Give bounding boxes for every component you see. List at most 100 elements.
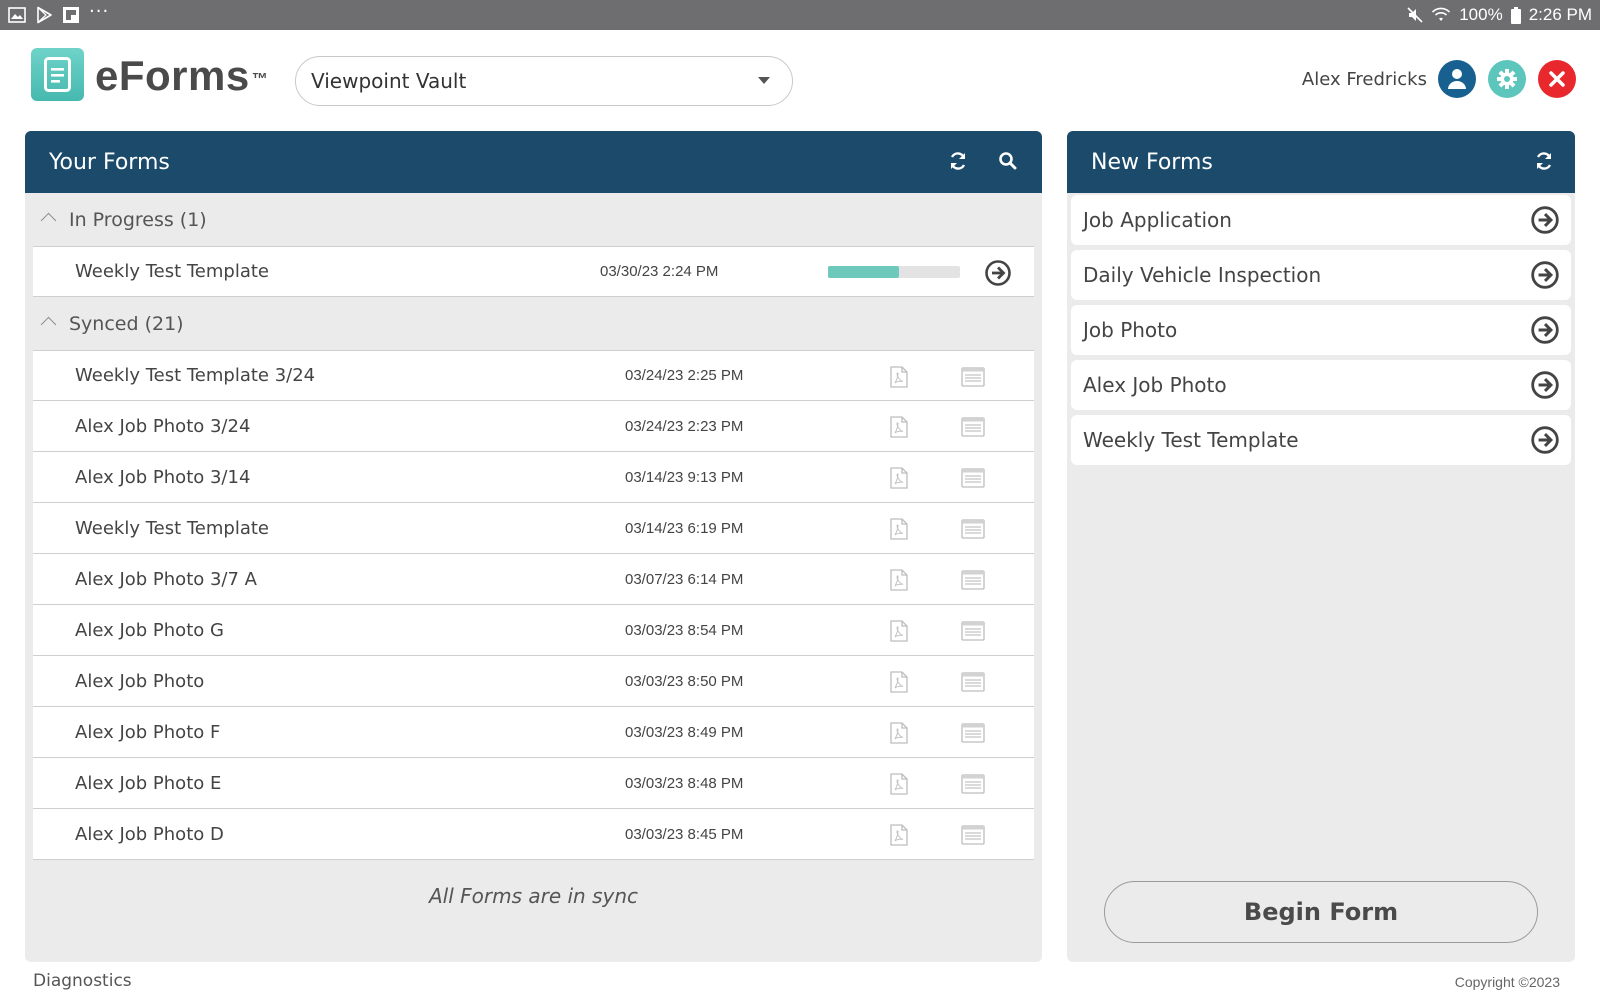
your-forms-panel: Your Forms In Progress (1) Weekly Test T… bbox=[25, 131, 1042, 962]
form-date: 03/24/23 2:23 PM bbox=[625, 417, 744, 435]
trademark-mark: ™ bbox=[251, 71, 269, 88]
form-name: Alex Job Photo bbox=[75, 670, 205, 692]
begin-form-button[interactable]: Begin Form bbox=[1104, 881, 1538, 943]
new-form-item[interactable]: Weekly Test Template bbox=[1071, 415, 1571, 465]
synced-row[interactable]: Alex Job Photo 3/14 03/14/23 9:13 PM bbox=[33, 452, 1034, 503]
clock: 2:26 PM bbox=[1528, 5, 1592, 24]
vault-selected-value: Viewpoint Vault bbox=[311, 69, 467, 93]
chevron-up-icon bbox=[40, 316, 57, 333]
pdf-icon[interactable] bbox=[890, 722, 908, 744]
eforms-logo-icon bbox=[31, 48, 84, 101]
synced-row[interactable]: Alex Job Photo 03/03/23 8:50 PM bbox=[33, 656, 1034, 707]
mute-icon bbox=[1407, 7, 1423, 23]
refresh-icon[interactable] bbox=[949, 151, 967, 171]
new-forms-list: Job Application Daily Vehicle Inspection J… bbox=[1067, 193, 1575, 465]
sync-status-message: All Forms are in sync bbox=[428, 884, 639, 908]
in-progress-row[interactable]: Weekly Test Template 03/30/23 2:24 PM bbox=[33, 246, 1034, 297]
synced-row[interactable]: Alex Job Photo F 03/03/23 8:49 PM bbox=[33, 707, 1034, 758]
form-date: 03/07/23 6:14 PM bbox=[625, 570, 744, 588]
synced-row[interactable]: Alex Job Photo G 03/03/23 8:54 PM bbox=[33, 605, 1034, 656]
synced-row[interactable]: Weekly Test Template 03/14/23 6:19 PM bbox=[33, 503, 1034, 554]
list-view-icon[interactable] bbox=[961, 825, 985, 845]
new-form-item[interactable]: Alex Job Photo bbox=[1071, 360, 1571, 410]
open-form-arrow-icon[interactable] bbox=[1530, 315, 1560, 345]
open-form-arrow-icon[interactable] bbox=[1530, 425, 1560, 455]
list-view-icon[interactable] bbox=[961, 519, 985, 539]
app-header: eForms ™ Viewpoint Vault Alex Fredricks bbox=[0, 30, 1600, 130]
form-name: Weekly Test Template bbox=[75, 261, 269, 282]
new-form-name: Weekly Test Template bbox=[1083, 428, 1299, 452]
app-logo-text: eForms ™ bbox=[95, 52, 268, 100]
form-name: Alex Job Photo E bbox=[75, 772, 222, 794]
new-form-item[interactable]: Daily Vehicle Inspection bbox=[1071, 250, 1571, 300]
synced-row[interactable]: Alex Job Photo 3/7 A 03/07/23 6:14 PM bbox=[33, 554, 1034, 605]
form-date: 03/03/23 8:54 PM bbox=[625, 621, 744, 639]
status-bar-left: ··· bbox=[8, 3, 109, 24]
synced-row[interactable]: Alex Job Photo 3/24 03/24/23 2:23 PM bbox=[33, 401, 1034, 452]
pdf-icon[interactable] bbox=[890, 467, 908, 489]
synced-row[interactable]: Alex Job Photo E 03/03/23 8:48 PM bbox=[33, 758, 1034, 809]
pdf-icon[interactable] bbox=[890, 671, 908, 693]
new-forms-header: New Forms bbox=[1067, 131, 1575, 193]
form-date: 03/03/23 8:49 PM bbox=[625, 723, 744, 741]
form-date: 03/03/23 8:50 PM bbox=[625, 672, 744, 690]
form-date: 03/30/23 2:24 PM bbox=[600, 263, 719, 280]
form-date: 03/03/23 8:45 PM bbox=[625, 825, 744, 843]
status-bar: ··· 100% 2:26 PM bbox=[0, 0, 1600, 30]
form-name: Alex Job Photo 3/7 A bbox=[75, 568, 257, 590]
user-icon bbox=[1448, 69, 1466, 89]
list-view-icon[interactable] bbox=[961, 367, 985, 387]
form-name: Weekly Test Template bbox=[75, 517, 269, 539]
form-date: 03/14/23 6:19 PM bbox=[625, 519, 744, 537]
logo-wordmark: eForms bbox=[95, 52, 250, 99]
list-view-icon[interactable] bbox=[961, 417, 985, 437]
synced-row[interactable]: Weekly Test Template 3/24 03/24/23 2:25 P… bbox=[33, 350, 1034, 401]
new-form-name: Daily Vehicle Inspection bbox=[1083, 263, 1322, 287]
progress-bar-fill bbox=[828, 266, 900, 278]
open-form-arrow-icon[interactable] bbox=[1530, 370, 1560, 400]
list-view-icon[interactable] bbox=[961, 774, 985, 794]
play-store-icon bbox=[37, 6, 52, 24]
status-bar-right: 100% 2:26 PM bbox=[1407, 5, 1592, 25]
list-view-icon[interactable] bbox=[961, 723, 985, 743]
in-progress-section-toggle[interactable]: In Progress (1) bbox=[25, 193, 1042, 246]
new-forms-panel: New Forms Job Application Daily Vehicle I… bbox=[1067, 131, 1575, 962]
pdf-icon[interactable] bbox=[890, 518, 908, 540]
vault-selector[interactable]: Viewpoint Vault bbox=[295, 56, 793, 106]
your-forms-header: Your Forms bbox=[25, 131, 1042, 193]
synced-section-toggle[interactable]: Synced (21) bbox=[25, 297, 1042, 350]
list-view-icon[interactable] bbox=[961, 570, 985, 590]
settings-button[interactable] bbox=[1488, 60, 1526, 98]
pdf-icon[interactable] bbox=[890, 366, 908, 388]
copyright-text: Copyright ©2023 bbox=[1454, 974, 1560, 990]
in-progress-list: Weekly Test Template 03/30/23 2:24 PM bbox=[33, 246, 1034, 297]
pdf-icon[interactable] bbox=[890, 569, 908, 591]
wifi-icon bbox=[1432, 7, 1451, 21]
dropdown-caret-icon bbox=[758, 77, 770, 84]
synced-row[interactable]: Alex Job Photo D 03/03/23 8:45 PM bbox=[33, 809, 1034, 860]
new-form-item[interactable]: Job Photo bbox=[1071, 305, 1571, 355]
open-form-arrow-icon[interactable] bbox=[1530, 260, 1560, 290]
form-date: 03/24/23 2:25 PM bbox=[625, 367, 744, 384]
close-app-button[interactable] bbox=[1538, 60, 1576, 98]
synced-label: Synced (21) bbox=[69, 312, 184, 335]
pdf-icon[interactable] bbox=[890, 416, 908, 438]
list-view-icon[interactable] bbox=[961, 468, 985, 488]
refresh-icon[interactable] bbox=[1535, 151, 1553, 171]
open-form-arrow-icon[interactable] bbox=[1530, 205, 1560, 235]
new-form-name: Job Photo bbox=[1083, 318, 1178, 342]
list-view-icon[interactable] bbox=[961, 672, 985, 692]
new-form-item[interactable]: Job Application bbox=[1071, 195, 1571, 245]
form-name: Alex Job Photo 3/14 bbox=[75, 466, 251, 488]
form-name: Alex Job Photo 3/24 bbox=[75, 415, 251, 437]
pdf-icon[interactable] bbox=[890, 824, 908, 846]
open-form-arrow-icon[interactable] bbox=[984, 259, 1012, 287]
in-progress-label: In Progress (1) bbox=[69, 208, 207, 231]
pdf-icon[interactable] bbox=[890, 620, 908, 642]
list-view-icon[interactable] bbox=[961, 621, 985, 641]
user-profile-button[interactable] bbox=[1438, 60, 1476, 98]
search-icon[interactable] bbox=[998, 151, 1017, 170]
diagnostics-link[interactable]: Diagnostics bbox=[33, 971, 132, 991]
pdf-icon[interactable] bbox=[890, 773, 908, 795]
new-form-name: Alex Job Photo bbox=[1083, 373, 1227, 397]
